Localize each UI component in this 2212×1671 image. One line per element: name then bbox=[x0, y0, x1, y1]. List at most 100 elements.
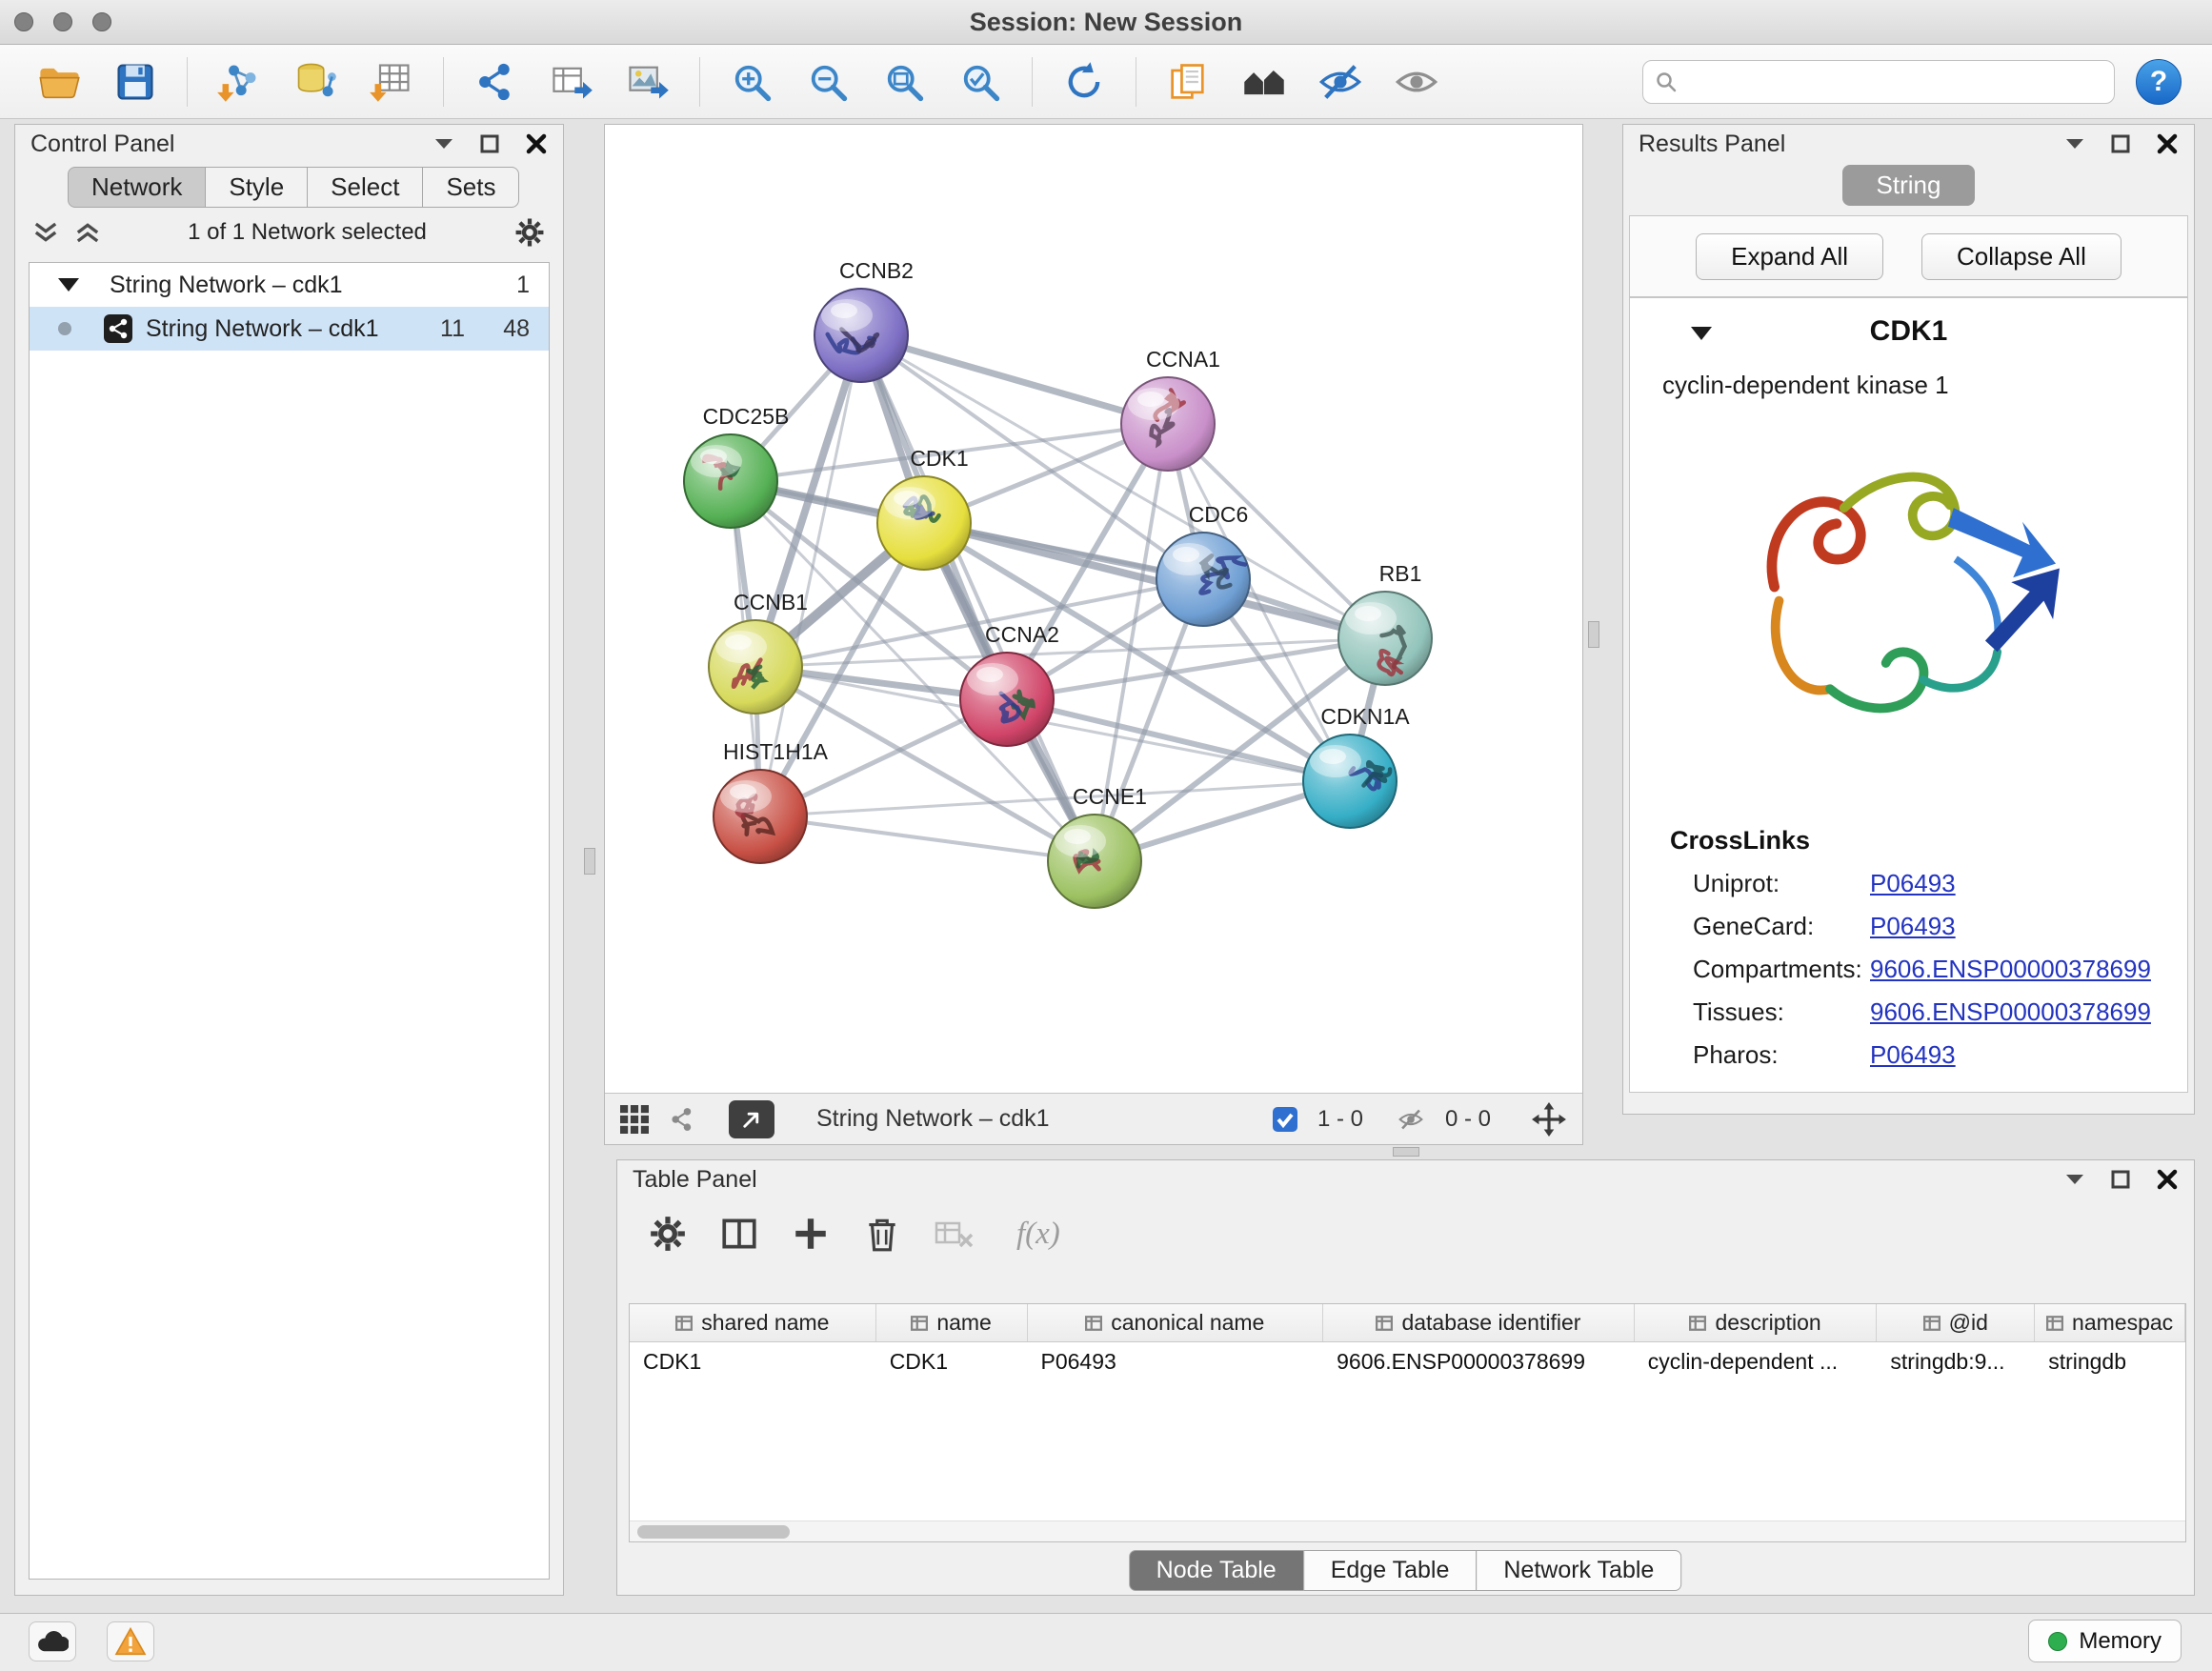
help-button[interactable]: ? bbox=[2136, 59, 2182, 105]
open-in-new-button[interactable] bbox=[729, 1100, 774, 1138]
zoom-in-button[interactable] bbox=[724, 52, 779, 111]
node-label: CDK1 bbox=[910, 446, 968, 471]
tab-style[interactable]: Style bbox=[205, 167, 308, 208]
memory-button[interactable]: Memory bbox=[2028, 1620, 2182, 1662]
splitter-handle[interactable] bbox=[584, 848, 595, 875]
panel-close-icon[interactable] bbox=[2156, 132, 2179, 155]
network-node-rb1[interactable]: RB1 bbox=[1338, 561, 1432, 685]
network-node-ccna1[interactable]: CCNA1 bbox=[1121, 347, 1220, 471]
node-label: CCNE1 bbox=[1073, 784, 1147, 809]
column-header[interactable]: name bbox=[876, 1304, 1028, 1341]
zoom-out-button[interactable] bbox=[800, 52, 855, 111]
network-node-cdc6[interactable]: CDC6 bbox=[1156, 502, 1250, 626]
panel-float-icon[interactable] bbox=[2064, 1172, 2085, 1187]
folder-open-icon bbox=[36, 59, 82, 105]
selected-checkbox-icon[interactable] bbox=[1272, 1106, 1298, 1133]
panel-close-icon[interactable] bbox=[525, 132, 548, 155]
tab-string[interactable]: String bbox=[1842, 165, 1976, 206]
tab-select[interactable]: Select bbox=[307, 167, 423, 208]
table-row[interactable]: CDK1 CDK1 P06493 9606.ENSP00000378699 cy… bbox=[630, 1342, 2185, 1380]
network-node-ccnb2[interactable]: CCNB2 bbox=[814, 258, 914, 382]
crosshair-move-icon[interactable] bbox=[1531, 1101, 1567, 1137]
hidden-eye-slash-icon[interactable] bbox=[1396, 1106, 1426, 1133]
export-network-button[interactable] bbox=[468, 52, 523, 111]
zoom-selected-button[interactable] bbox=[953, 52, 1008, 111]
expand-all-button[interactable]: Expand All bbox=[1696, 233, 1883, 280]
warning-button[interactable] bbox=[107, 1621, 154, 1661]
network-node-cdk1[interactable]: CDK1 bbox=[877, 446, 971, 570]
gene-collapse-icon[interactable] bbox=[1691, 327, 1712, 340]
panel-maximize-icon[interactable] bbox=[2110, 133, 2131, 154]
network-row[interactable]: String Network – cdk1 11 48 bbox=[30, 307, 549, 351]
network-node-hist1h1a[interactable]: HIST1H1A bbox=[714, 739, 829, 863]
toolbar-search-field[interactable] bbox=[1642, 60, 2115, 104]
crosslinks-title: CrossLinks bbox=[1670, 826, 2187, 856]
column-header[interactable]: @id bbox=[1877, 1304, 2035, 1341]
show-all-button[interactable] bbox=[1389, 52, 1444, 111]
tab-node-table[interactable]: Node Table bbox=[1129, 1550, 1304, 1591]
crosslink-link-uniprot[interactable]: P06493 bbox=[1870, 869, 1956, 898]
gear-icon[interactable] bbox=[513, 216, 546, 249]
import-network-database-button[interactable] bbox=[288, 52, 343, 111]
splitter-handle[interactable] bbox=[1588, 621, 1599, 648]
panel-float-icon[interactable] bbox=[2064, 136, 2085, 151]
collapse-all-icon[interactable] bbox=[32, 220, 59, 245]
results-gene-card: CDK1 cyclin-dependent kinase 1 CrossLink… bbox=[1629, 297, 2188, 1093]
column-header[interactable]: canonical name bbox=[1028, 1304, 1324, 1341]
trash-icon[interactable] bbox=[862, 1214, 902, 1254]
panel-maximize-icon[interactable] bbox=[479, 133, 500, 154]
network-node-cdc25b[interactable]: CDC25B bbox=[684, 404, 789, 528]
tab-sets[interactable]: Sets bbox=[422, 167, 519, 208]
crosslink-link-tissues[interactable]: 9606.ENSP00000378699 bbox=[1870, 997, 2151, 1027]
gear-icon[interactable] bbox=[648, 1214, 688, 1254]
grid-icon[interactable] bbox=[620, 1105, 649, 1134]
collapse-all-button[interactable]: Collapse All bbox=[1921, 233, 2122, 280]
network-canvas[interactable]: CCNB2CCNA1CDC25BCDK1CDC6RB1CCNB1CCNA2CDK… bbox=[605, 125, 1582, 1095]
expand-all-icon[interactable] bbox=[74, 220, 101, 245]
columns-icon[interactable] bbox=[719, 1214, 759, 1254]
cloud-button[interactable] bbox=[29, 1621, 76, 1661]
hide-selected-button[interactable] bbox=[1313, 52, 1368, 111]
network-view-title: String Network – cdk1 bbox=[816, 1105, 1050, 1133]
export-image-button[interactable] bbox=[620, 52, 675, 111]
window-close-button[interactable] bbox=[14, 12, 33, 31]
window-zoom-button[interactable] bbox=[92, 12, 111, 31]
network-node-ccnb1[interactable]: CCNB1 bbox=[709, 590, 808, 714]
zoom-fit-button[interactable] bbox=[876, 52, 932, 111]
panel-close-icon[interactable] bbox=[2156, 1168, 2179, 1191]
network-collection-row[interactable]: String Network – cdk1 1 bbox=[30, 263, 549, 307]
crosslink-link-pharos[interactable]: P06493 bbox=[1870, 1040, 1956, 1070]
splitter-handle[interactable] bbox=[1393, 1147, 1419, 1157]
crosslink-link-compartments[interactable]: 9606.ENSP00000378699 bbox=[1870, 955, 2151, 984]
window-minimize-button[interactable] bbox=[53, 12, 72, 31]
share-network-icon[interactable] bbox=[668, 1105, 696, 1134]
column-header[interactable]: namespac bbox=[2035, 1304, 2185, 1341]
tab-edge-table[interactable]: Edge Table bbox=[1303, 1550, 1478, 1591]
apply-layout-button[interactable] bbox=[1056, 52, 1112, 111]
table-header-row: shared name name canonical name database… bbox=[630, 1304, 2185, 1342]
graphics-details-button[interactable] bbox=[1160, 52, 1216, 111]
network-edge[interactable] bbox=[861, 335, 1095, 861]
panel-float-icon[interactable] bbox=[433, 136, 454, 151]
tab-network[interactable]: Network bbox=[68, 167, 206, 208]
scrollbar-thumb[interactable] bbox=[637, 1525, 790, 1539]
horizontal-scrollbar[interactable] bbox=[630, 1520, 2185, 1541]
column-header[interactable]: shared name bbox=[630, 1304, 876, 1341]
save-session-button[interactable] bbox=[108, 52, 163, 111]
open-session-button[interactable] bbox=[31, 52, 87, 111]
network-edge[interactable] bbox=[861, 335, 1168, 424]
search-input[interactable] bbox=[1687, 69, 2102, 95]
column-header[interactable]: description bbox=[1635, 1304, 1878, 1341]
panel-maximize-icon[interactable] bbox=[2110, 1169, 2131, 1190]
plus-icon[interactable] bbox=[791, 1214, 831, 1254]
birds-eye-view-button[interactable] bbox=[1237, 52, 1292, 111]
network-edge[interactable] bbox=[760, 816, 1095, 861]
tab-network-table[interactable]: Network Table bbox=[1476, 1550, 1681, 1591]
column-header[interactable]: database identifier bbox=[1323, 1304, 1635, 1341]
tree-expand-icon[interactable] bbox=[58, 278, 79, 292]
string-network-graph[interactable]: CCNB2CCNA1CDC25BCDK1CDC6RB1CCNB1CCNA2CDK… bbox=[605, 125, 1582, 1093]
import-network-file-button[interactable] bbox=[211, 52, 267, 111]
import-table-button[interactable] bbox=[364, 52, 419, 111]
export-table-button[interactable] bbox=[544, 52, 599, 111]
crosslink-link-genecard[interactable]: P06493 bbox=[1870, 912, 1956, 941]
